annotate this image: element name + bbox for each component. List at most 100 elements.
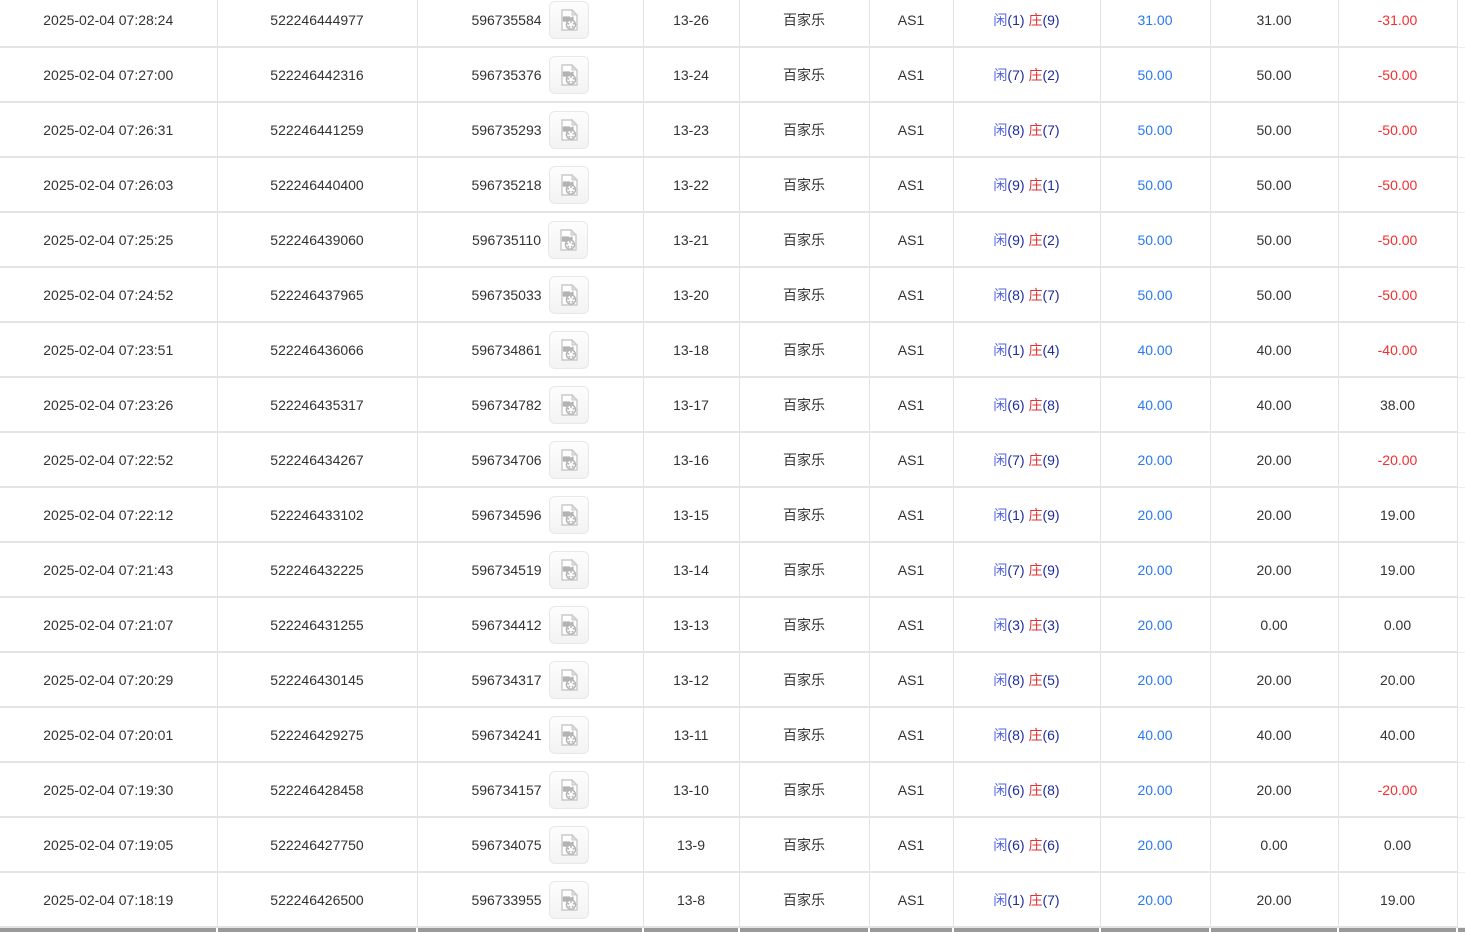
time-cell: 2025-02-04 07:20:29	[0, 652, 217, 707]
row-filler	[1457, 487, 1465, 542]
bet-amount-link[interactable]: 40.00	[1137, 727, 1172, 743]
row-filler	[1457, 377, 1465, 432]
table-no-cell: 13-14	[643, 542, 739, 597]
row-filler	[1457, 597, 1465, 652]
summary-empty-round	[417, 927, 643, 932]
round-no-cell: 596734782	[417, 377, 643, 432]
video-replay-button[interactable]	[549, 771, 589, 809]
bet-amount-link[interactable]: 20.00	[1137, 562, 1172, 578]
round-no: 596735376	[471, 67, 541, 83]
bet-amount-link[interactable]: 20.00	[1137, 452, 1172, 468]
bet-amount-link[interactable]: 50.00	[1137, 67, 1172, 83]
bet-amount-link[interactable]: 20.00	[1137, 672, 1172, 688]
bet-amount-link[interactable]: 20.00	[1137, 837, 1172, 853]
banker-label: 庄	[1028, 232, 1042, 248]
bet-amount-link[interactable]: 31.00	[1137, 12, 1172, 28]
bet-amount-link[interactable]: 40.00	[1137, 397, 1172, 413]
table-no-cell: 13-10	[643, 762, 739, 817]
video-file-icon	[557, 118, 581, 142]
order-no-cell: 522246426500	[217, 872, 417, 927]
video-replay-button[interactable]	[549, 166, 589, 204]
game-type-cell: 百家乐	[739, 212, 869, 267]
banker-score: (9)	[1042, 12, 1059, 28]
bet-amount-link[interactable]: 50.00	[1137, 122, 1172, 138]
platform-cell: AS1	[869, 377, 953, 432]
game-type-cell: 百家乐	[739, 542, 869, 597]
profit-cell: -50.00	[1338, 267, 1457, 322]
bet-amount-link[interactable]: 20.00	[1137, 782, 1172, 798]
table-row: 2025-02-04 07:21:07 522246431255 5967344…	[0, 597, 1465, 652]
order-no-cell: 522246444977	[217, 0, 417, 47]
table-no-cell: 13-16	[643, 432, 739, 487]
bet-amount-cell: 20.00	[1100, 872, 1210, 927]
video-file-icon	[557, 393, 581, 417]
video-replay-button[interactable]	[549, 661, 589, 699]
table-row: 2025-02-04 07:19:05 522246427750 5967340…	[0, 817, 1465, 872]
video-replay-button[interactable]	[549, 716, 589, 754]
table-row: 2025-02-04 07:18:19 522246426500 5967339…	[0, 872, 1465, 927]
video-file-icon	[557, 558, 581, 582]
player-label: 闲	[993, 452, 1007, 468]
result-cell: 闲(7) 庄(9)	[953, 432, 1100, 487]
bet-amount-link[interactable]: 20.00	[1137, 617, 1172, 633]
bet-amount-link[interactable]: 50.00	[1137, 177, 1172, 193]
game-type-cell: 百家乐	[739, 0, 869, 47]
platform-cell: AS1	[869, 817, 953, 872]
time-cell: 2025-02-04 07:25:25	[0, 212, 217, 267]
player-score: (1)	[1007, 12, 1024, 28]
video-replay-button[interactable]	[549, 56, 589, 94]
round-no: 596734317	[471, 672, 541, 688]
video-file-icon	[556, 228, 580, 252]
valid-amount-cell: 0.00	[1210, 817, 1338, 872]
video-replay-button[interactable]	[549, 386, 589, 424]
video-file-icon	[557, 778, 581, 802]
bet-amount-link[interactable]: 20.00	[1137, 507, 1172, 523]
table-row: 2025-02-04 07:26:31 522246441259 5967352…	[0, 102, 1465, 157]
result-cell: 闲(7) 庄(9)	[953, 542, 1100, 597]
round-no-cell: 596735110	[417, 212, 643, 267]
bet-amount-cell: 50.00	[1100, 267, 1210, 322]
video-replay-button[interactable]	[549, 111, 589, 149]
video-replay-button[interactable]	[549, 551, 589, 589]
video-replay-button[interactable]	[549, 881, 589, 919]
video-replay-button[interactable]	[549, 826, 589, 864]
video-file-icon	[557, 338, 581, 362]
table-row: 2025-02-04 07:22:52 522246434267 5967347…	[0, 432, 1465, 487]
video-replay-button[interactable]	[549, 441, 589, 479]
banker-score: (4)	[1042, 342, 1059, 358]
table-no-cell: 13-15	[643, 487, 739, 542]
game-type-cell: 百家乐	[739, 432, 869, 487]
video-file-icon	[557, 833, 581, 857]
round-no-cell: 596735033	[417, 267, 643, 322]
time-cell: 2025-02-04 07:26:31	[0, 102, 217, 157]
bet-amount-link[interactable]: 40.00	[1137, 342, 1172, 358]
player-score: (7)	[1007, 67, 1024, 83]
round-no: 596734241	[471, 727, 541, 743]
bet-amount-link[interactable]: 50.00	[1137, 232, 1172, 248]
video-replay-button[interactable]	[549, 331, 589, 369]
result-cell: 闲(1) 庄(9)	[953, 487, 1100, 542]
round-no-cell: 596735584	[417, 0, 643, 47]
row-filler	[1457, 432, 1465, 487]
bet-amount-link[interactable]: 50.00	[1137, 287, 1172, 303]
player-score: (9)	[1007, 177, 1024, 193]
video-replay-button[interactable]	[548, 221, 588, 259]
video-replay-button[interactable]	[549, 1, 589, 39]
player-score: (7)	[1007, 452, 1024, 468]
banker-score: (8)	[1042, 782, 1059, 798]
banker-label: 庄	[1028, 342, 1042, 358]
platform-cell: AS1	[869, 212, 953, 267]
summary-empty-platform	[869, 927, 953, 932]
video-replay-button[interactable]	[549, 496, 589, 534]
player-label: 闲	[993, 727, 1007, 743]
bet-amount-cell: 40.00	[1100, 322, 1210, 377]
profit-cell: -50.00	[1338, 102, 1457, 157]
video-replay-button[interactable]	[549, 276, 589, 314]
banker-score: (6)	[1042, 837, 1059, 853]
table-no-cell: 13-13	[643, 597, 739, 652]
video-replay-button[interactable]	[549, 606, 589, 644]
summary-empty-table	[643, 927, 739, 932]
bet-amount-link[interactable]: 20.00	[1137, 892, 1172, 908]
order-no-cell: 522246429275	[217, 707, 417, 762]
banker-score: (8)	[1042, 397, 1059, 413]
